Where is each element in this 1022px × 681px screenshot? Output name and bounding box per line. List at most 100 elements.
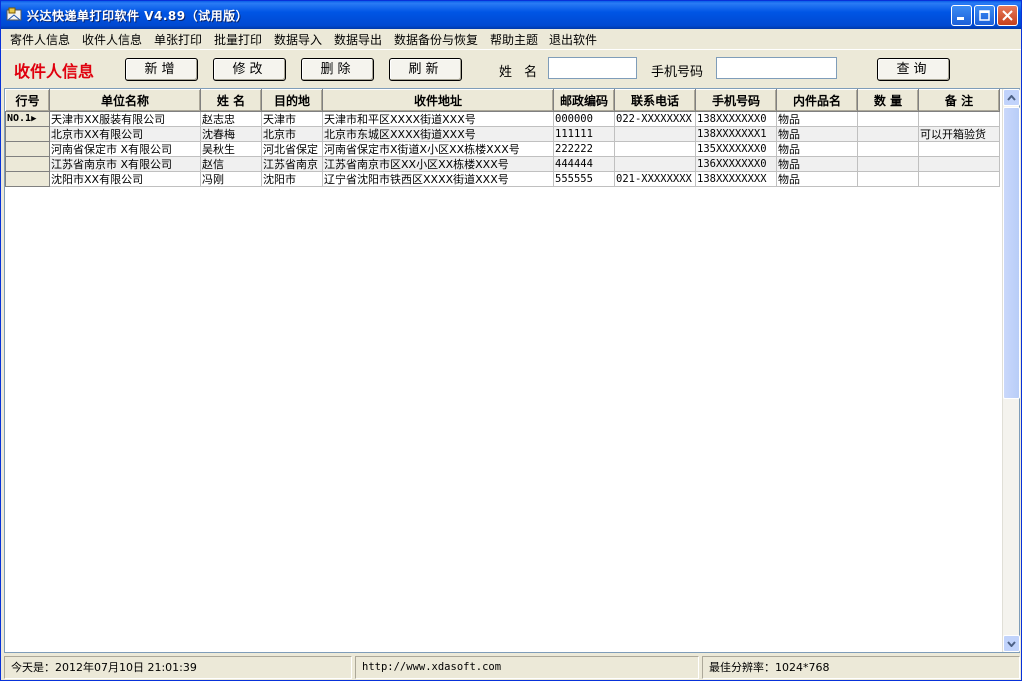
cell-mobile[interactable]: 135XXXXXXX0 <box>695 141 777 157</box>
phone-input[interactable] <box>716 57 837 79</box>
scroll-up-button[interactable] <box>1003 89 1020 106</box>
menu-batch-print[interactable]: 批量打印 <box>214 31 262 48</box>
cell-tel[interactable]: 022-XXXXXXXX <box>614 111 696 127</box>
col-header-destination[interactable]: 目的地 <box>261 89 323 112</box>
maximize-button[interactable] <box>974 5 995 26</box>
col-header-tel[interactable]: 联系电话 <box>614 89 696 112</box>
cell-mobile[interactable]: 138XXXXXXX1 <box>695 126 777 142</box>
cell-company[interactable]: 天津市XX服装有限公司 <box>49 111 201 127</box>
cell-qty[interactable] <box>857 111 919 127</box>
cell-zip[interactable]: 000000 <box>553 111 615 127</box>
cell-mobile[interactable]: 138XXXXXXXX <box>695 171 777 187</box>
cell-qty[interactable] <box>857 156 919 172</box>
cell-address[interactable]: 天津市和平区XXXX街道XXX号 <box>322 111 554 127</box>
cell-address[interactable]: 辽宁省沈阳市铁西区XXXX街道XXX号 <box>322 171 554 187</box>
status-url: http://www.xdasoft.com <box>355 656 699 679</box>
menu-help[interactable]: 帮助主题 <box>490 31 538 48</box>
row-indicator[interactable] <box>5 156 50 172</box>
cell-address[interactable]: 河南省保定市X街道X小区XX栋楼XXX号 <box>322 141 554 157</box>
cell-name[interactable]: 冯刚 <box>200 171 262 187</box>
cell-address[interactable]: 江苏省南京市区XX小区XX栋楼XXX号 <box>322 156 554 172</box>
scroll-thumb[interactable] <box>1003 107 1020 399</box>
col-header-qty[interactable]: 数 量 <box>857 89 919 112</box>
table-row[interactable]: NO.1▶ 天津市XX服装有限公司 赵志忠 天津市 天津市和平区XXXX街道XX… <box>5 111 1000 127</box>
header-row: 行号 单位名称 姓 名 目的地 收件地址 邮政编码 联系电话 手机号码 内件品名… <box>5 89 1000 112</box>
query-button[interactable]: 查询 <box>877 58 950 81</box>
cell-destination[interactable]: 沈阳市 <box>261 171 323 187</box>
col-header-mobile[interactable]: 手机号码 <box>695 89 777 112</box>
cell-zip[interactable]: 555555 <box>553 171 615 187</box>
table-row[interactable]: 北京市XX有限公司 沈春梅 北京市 北京市东城区XXXX街道XXX号 11111… <box>5 126 1000 142</box>
cell-note[interactable] <box>918 111 1000 127</box>
cell-note[interactable]: 可以开箱验货 <box>918 126 1000 142</box>
cell-note[interactable] <box>918 141 1000 157</box>
cell-company[interactable]: 江苏省南京市 X有限公司 <box>49 156 201 172</box>
cell-company[interactable]: 沈阳市XX有限公司 <box>49 171 201 187</box>
menu-data-import[interactable]: 数据导入 <box>274 31 322 48</box>
menu-recipient-info[interactable]: 收件人信息 <box>82 31 142 48</box>
cell-note[interactable] <box>918 171 1000 187</box>
col-header-company[interactable]: 单位名称 <box>49 89 201 112</box>
cell-mobile[interactable]: 136XXXXXXX0 <box>695 156 777 172</box>
menu-single-print[interactable]: 单张打印 <box>154 31 202 48</box>
row-indicator[interactable]: NO.1▶ <box>5 111 50 127</box>
table-row[interactable]: 沈阳市XX有限公司 冯刚 沈阳市 辽宁省沈阳市铁西区XXXX街道XXX号 555… <box>5 171 1000 187</box>
cell-item[interactable]: 物品 <box>776 171 858 187</box>
cell-note[interactable] <box>918 156 1000 172</box>
add-button[interactable]: 新增 <box>125 58 198 81</box>
cell-destination[interactable]: 北京市 <box>261 126 323 142</box>
menu-backup-restore[interactable]: 数据备份与恢复 <box>394 31 478 48</box>
cell-item[interactable]: 物品 <box>776 111 858 127</box>
cell-destination[interactable]: 河北省保定 <box>261 141 323 157</box>
cell-zip[interactable]: 222222 <box>553 141 615 157</box>
table-row[interactable]: 河南省保定市 X有限公司 吴秋生 河北省保定 河南省保定市X街道X小区XX栋楼X… <box>5 141 1000 157</box>
title-bar[interactable]: 兴达快递单打印软件 V4.89（试用版） <box>1 1 1021 29</box>
chevron-up-icon <box>1007 94 1016 101</box>
cell-company[interactable]: 北京市XX有限公司 <box>49 126 201 142</box>
cell-qty[interactable] <box>857 126 919 142</box>
col-header-name[interactable]: 姓 名 <box>200 89 262 112</box>
cell-name[interactable]: 沈春梅 <box>200 126 262 142</box>
menu-exit[interactable]: 退出软件 <box>549 31 597 48</box>
cell-tel[interactable] <box>614 126 696 142</box>
cell-name[interactable]: 吴秋生 <box>200 141 262 157</box>
recipient-table: 行号 单位名称 姓 名 目的地 收件地址 邮政编码 联系电话 手机号码 内件品名… <box>5 89 1000 187</box>
cell-address[interactable]: 北京市东城区XXXX街道XXX号 <box>322 126 554 142</box>
scroll-down-button[interactable] <box>1003 635 1020 652</box>
cell-tel[interactable] <box>614 156 696 172</box>
cell-tel[interactable]: 021-XXXXXXXX <box>614 171 696 187</box>
cell-item[interactable]: 物品 <box>776 126 858 142</box>
minimize-button[interactable] <box>951 5 972 26</box>
name-input[interactable] <box>548 57 637 79</box>
col-header-address[interactable]: 收件地址 <box>322 89 554 112</box>
cell-company[interactable]: 河南省保定市 X有限公司 <box>49 141 201 157</box>
cell-zip[interactable]: 111111 <box>553 126 615 142</box>
close-button[interactable] <box>997 5 1018 26</box>
cell-item[interactable]: 物品 <box>776 156 858 172</box>
menu-sender-info[interactable]: 寄件人信息 <box>10 31 70 48</box>
cell-name[interactable]: 赵志忠 <box>200 111 262 127</box>
col-header-note[interactable]: 备 注 <box>918 89 1000 112</box>
cell-name[interactable]: 赵信 <box>200 156 262 172</box>
col-header-rowno[interactable]: 行号 <box>5 89 50 112</box>
cell-destination[interactable]: 天津市 <box>261 111 323 127</box>
col-header-item[interactable]: 内件品名 <box>776 89 858 112</box>
cell-qty[interactable] <box>857 171 919 187</box>
cell-zip[interactable]: 444444 <box>553 156 615 172</box>
recipient-grid[interactable]: 行号 单位名称 姓 名 目的地 收件地址 邮政编码 联系电话 手机号码 内件品名… <box>4 88 1020 653</box>
cell-tel[interactable] <box>614 141 696 157</box>
row-indicator[interactable] <box>5 126 50 142</box>
vertical-scrollbar[interactable] <box>1002 89 1020 652</box>
col-header-zip[interactable]: 邮政编码 <box>553 89 615 112</box>
menu-data-export[interactable]: 数据导出 <box>334 31 382 48</box>
row-indicator[interactable] <box>5 141 50 157</box>
cell-item[interactable]: 物品 <box>776 141 858 157</box>
refresh-button[interactable]: 刷新 <box>389 58 462 81</box>
row-indicator[interactable] <box>5 171 50 187</box>
cell-destination[interactable]: 江苏省南京 <box>261 156 323 172</box>
cell-qty[interactable] <box>857 141 919 157</box>
edit-button[interactable]: 修改 <box>213 58 286 81</box>
table-row[interactable]: 江苏省南京市 X有限公司 赵信 江苏省南京 江苏省南京市区XX小区XX栋楼XXX… <box>5 156 1000 172</box>
delete-button[interactable]: 删除 <box>301 58 374 81</box>
cell-mobile[interactable]: 138XXXXXXX0 <box>695 111 777 127</box>
